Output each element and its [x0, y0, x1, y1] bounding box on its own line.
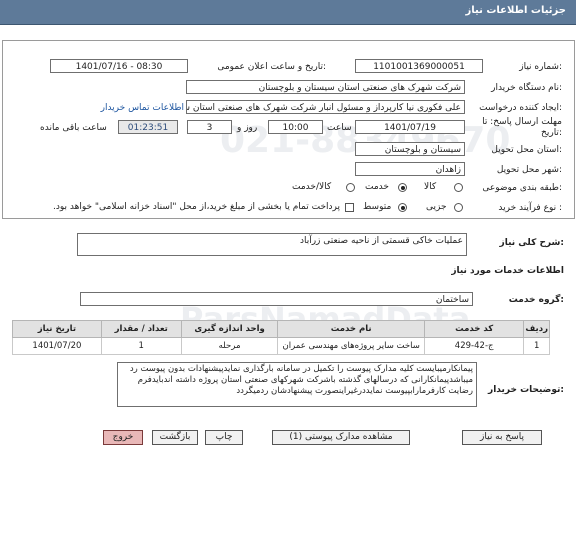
creator-field: علی فکوری نیا کارپرداز و مسئول انبار شرک… [186, 100, 465, 114]
cell-row: 1 [523, 337, 550, 355]
province-field: سیستان و بلوچستان [355, 142, 465, 156]
services-section-title: اطلاعات خدمات مورد نیاز [451, 266, 564, 276]
exit-button[interactable]: خروج [103, 430, 143, 445]
reply-button[interactable]: پاسخ به نیاز [462, 430, 542, 445]
col-row-header: ردیف [523, 320, 550, 338]
back-button[interactable]: بازگشت [152, 430, 198, 445]
buyer-field: شرکت شهرک های صنعتی استان سیستان و بلوچس… [186, 80, 465, 94]
remaining-time-field: 01:23:51 [118, 120, 178, 134]
cell-qty: 1 [100, 337, 182, 355]
city-label: شهر محل تحویل: [496, 165, 562, 175]
process-medium-radio[interactable] [398, 203, 407, 212]
col-name-header: نام خدمت [277, 320, 425, 338]
view-attachments-button[interactable]: مشاهده مدارک پیوستی (1) [272, 430, 410, 445]
category-goods-service-radio[interactable] [346, 183, 355, 192]
deadline-label: مهلت ارسال پاسخ: تا تاریخ: [482, 117, 562, 138]
buyer-notes-label: توضیحات خریدار: [488, 385, 564, 395]
cell-name: ساخت سایر پروژه‌های مهندسی عمران [277, 337, 425, 355]
category-goods-service-label: کالا/خدمت [292, 182, 332, 192]
deadline-time-label: ساعت [327, 123, 352, 133]
buyer-contact-link[interactable]: اطلاعات تماس خریدار [101, 103, 184, 113]
deadline-time-field: 10:00 [268, 120, 323, 134]
category-service-label: خدمت [365, 182, 389, 192]
category-label: طبقه بندی موضوعی: [482, 183, 562, 193]
need-number-label: شماره نیاز: [519, 62, 562, 72]
service-group-label: گروه خدمت: [508, 295, 564, 305]
table-header-row: ردیف کد خدمت نام خدمت واحد اندازه گیری ت… [12, 320, 550, 338]
cell-date: 1401/07/20 [12, 337, 102, 355]
print-button[interactable]: چاپ [205, 430, 243, 445]
page-header: جزئیات اطلاعات نیاز [0, 0, 576, 25]
cell-code: ج-42-429 [423, 337, 525, 355]
process-minor-label: جزیی [426, 202, 447, 212]
table-row[interactable]: 1 ج-42-429 ساخت سایر پروژه‌های مهندسی عم… [12, 337, 550, 355]
deadline-date-field: 1401/07/19 [355, 120, 465, 134]
treasury-bonds-checkbox[interactable] [345, 203, 354, 212]
days-field: 3 [187, 120, 232, 134]
process-medium-label: متوسط [363, 202, 392, 212]
description-field: عملیات خاکی قسمتی از ناحیه صنعتی زرآباد [77, 233, 467, 256]
buyer-notes-field: پیمانکارمیبایست کلیه مدارک پیوست را تکمی… [117, 362, 477, 407]
col-unit-header: واحد اندازه گیری [180, 320, 279, 338]
process-minor-radio[interactable] [454, 203, 463, 212]
services-table: ردیف کد خدمت نام خدمت واحد اندازه گیری ت… [12, 320, 550, 355]
need-number-field: 1101001369000051 [355, 59, 483, 73]
col-date-header: تاریخ نیاز [12, 320, 102, 338]
category-goods-radio[interactable] [454, 183, 463, 192]
service-group-field: ساختمان [80, 292, 473, 306]
col-code-header: کد خدمت [423, 320, 525, 338]
cell-unit: مرحله [180, 337, 279, 355]
city-field: زاهدان [355, 162, 465, 176]
treasury-bonds-note: پرداخت تمام یا بخشی از مبلغ خرید،از محل … [52, 202, 340, 212]
process-label: نوع فرآیند خرید : [498, 203, 562, 213]
announce-field: 1401/07/16 - 08:30 [50, 59, 188, 73]
remaining-label: ساعت باقی مانده [40, 123, 107, 133]
creator-label: ایجاد کننده درخواست: [479, 103, 562, 113]
services-table-wrapper: ردیف کد خدمت نام خدمت واحد اندازه گیری ت… [12, 320, 550, 355]
category-service-radio[interactable] [398, 183, 407, 192]
province-label: استان محل تحویل: [491, 145, 562, 155]
days-label: روز و [237, 123, 258, 133]
announce-label: تاریخ و ساعت اعلان عمومی: [217, 62, 326, 72]
buyer-label: نام دستگاه خریدار: [491, 83, 562, 93]
category-goods-label: کالا [424, 182, 437, 192]
description-label: شرح کلی نیاز: [499, 238, 564, 248]
col-qty-header: تعداد / مقدار [100, 320, 182, 338]
page-title: جزئیات اطلاعات نیاز [465, 5, 566, 16]
